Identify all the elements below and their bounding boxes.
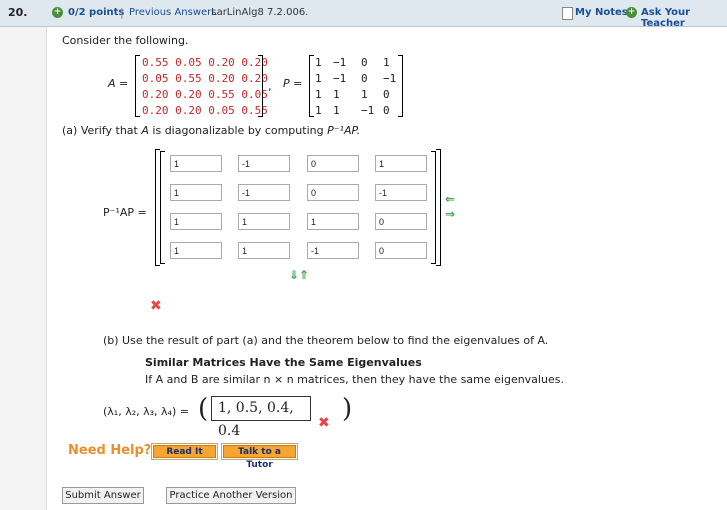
matrix-cell-input[interactable]: 1 — [375, 155, 427, 172]
question-source: LarLinAlg8 7.2.006. — [211, 7, 309, 18]
theorem-title: Similar Matrices Have the Same Eigenvalu… — [145, 356, 422, 369]
matrix-cell-input[interactable]: -1 — [375, 184, 427, 201]
incorrect-x-icon: ✖ — [150, 298, 162, 314]
add-row-arrow-icon[interactable]: ⇓ — [289, 268, 299, 282]
matrix-p-left-bracket — [309, 55, 314, 117]
matrix-cell-input[interactable]: 0 — [375, 242, 427, 259]
points-score: 0/2 points — [68, 7, 125, 18]
matrix-p-row: 1 1 −1 0 — [315, 104, 390, 117]
matrix-cell-input[interactable]: -1 — [307, 242, 359, 259]
question-gutter — [0, 27, 47, 510]
read-it-button[interactable]: Read It — [153, 445, 216, 458]
my-notes-link[interactable]: My Notes — [575, 7, 628, 18]
part-a-text: (a) Verify that A is diagonalizable by c… — [62, 124, 361, 137]
talk-to-tutor-button[interactable]: Talk to a Tutor — [223, 445, 296, 470]
matrix-a: 0.55 0.05 0.20 0.20 0.05 0.55 0.20 0.20 … — [142, 55, 268, 119]
matrix-cell-input[interactable]: 0 — [307, 184, 359, 201]
matrix-cell-input[interactable]: 1 — [170, 242, 222, 259]
matrix-cell-input[interactable]: 1 — [307, 213, 359, 230]
eigenvalues-answer-input[interactable]: 1, 0.5, 0.4, 0.4 — [211, 396, 311, 439]
matrix-cell-input[interactable]: 1 — [170, 213, 222, 230]
add-column-arrow-icon[interactable]: ⇒ — [445, 207, 455, 221]
matrix-a-row: 0.20 0.20 0.05 0.55 — [142, 104, 268, 117]
right-paren: ) — [342, 394, 353, 424]
matrix-p-row: 1110 — [315, 88, 390, 101]
matrix-a-label: A = — [108, 77, 129, 90]
matrix-a-row: 0.05 0.55 0.20 0.20 — [142, 72, 268, 85]
matrix-p-right-bracket — [398, 55, 403, 117]
talk-to-tutor-wrapper: Talk to a Tutor — [221, 443, 298, 470]
plus-circle-icon: + — [52, 7, 63, 18]
matrix-cell-input[interactable]: 1 — [238, 242, 290, 259]
submit-answer-button[interactable]: Submit Answer — [62, 487, 144, 504]
matrix-a-row: 0.55 0.05 0.20 0.20 — [142, 56, 268, 69]
header-separator: | — [120, 6, 124, 19]
theorem-text: If A and B are similar n × n matrices, t… — [145, 373, 564, 386]
previous-answers-link[interactable]: Previous Answers — [129, 7, 216, 18]
eigenvalue-label: (λ₁, λ₂, λ₃, λ₄) = — [103, 405, 189, 418]
matrix-p-label: P = — [283, 77, 303, 90]
read-it-wrapper: Read It — [151, 443, 218, 460]
part-b-text: (b) Use the result of part (a) and the t… — [103, 334, 549, 347]
matrix-cell-input[interactable]: -1 — [238, 184, 290, 201]
matrix-p: 1 −1 0 1 1 −1 0 −1 1110 1 1 −1 0 — [315, 55, 401, 119]
matrix-cell-input[interactable]: 0 — [307, 155, 359, 172]
question-number: 20. — [8, 6, 28, 19]
remove-column-arrow-icon[interactable]: ⇐ — [445, 192, 455, 206]
answer-matrix-right-bracket — [436, 149, 441, 266]
matrix-cell-input[interactable]: 0 — [375, 213, 427, 230]
prompt-text: Consider the following. — [62, 34, 189, 47]
matrix-cell-input[interactable]: -1 — [238, 155, 290, 172]
matrix-a-left-bracket — [135, 55, 140, 117]
answer-matrix-left-bracket-inner — [160, 151, 165, 264]
incorrect-x-icon: ✖ — [318, 415, 330, 431]
need-help-label: Need Help? — [68, 443, 152, 458]
left-paren: ( — [198, 394, 209, 424]
matrix-cell-input[interactable]: 1 — [170, 184, 222, 201]
ask-your-teacher-link[interactable]: Ask Your Teacher — [641, 7, 727, 29]
matrix-cell-input[interactable]: 1 — [238, 213, 290, 230]
practice-another-version-button[interactable]: Practice Another Version — [166, 487, 296, 504]
notepad-icon[interactable] — [562, 7, 573, 20]
matrix-comma: , — [268, 80, 272, 93]
matrix-a-row: 0.20 0.20 0.55 0.05 — [142, 88, 268, 101]
matrix-p-row: 1 −1 0 −1 — [315, 72, 397, 85]
matrix-p-row: 1 −1 0 1 — [315, 56, 390, 69]
p-inverse-ap-label: P⁻¹AP = — [103, 206, 147, 219]
matrix-cell-input[interactable]: 1 — [170, 155, 222, 172]
matrix-a-right-bracket — [258, 55, 263, 117]
plus-circle-icon[interactable]: + — [626, 7, 637, 18]
remove-row-arrow-icon[interactable]: ⇑ — [299, 268, 309, 282]
